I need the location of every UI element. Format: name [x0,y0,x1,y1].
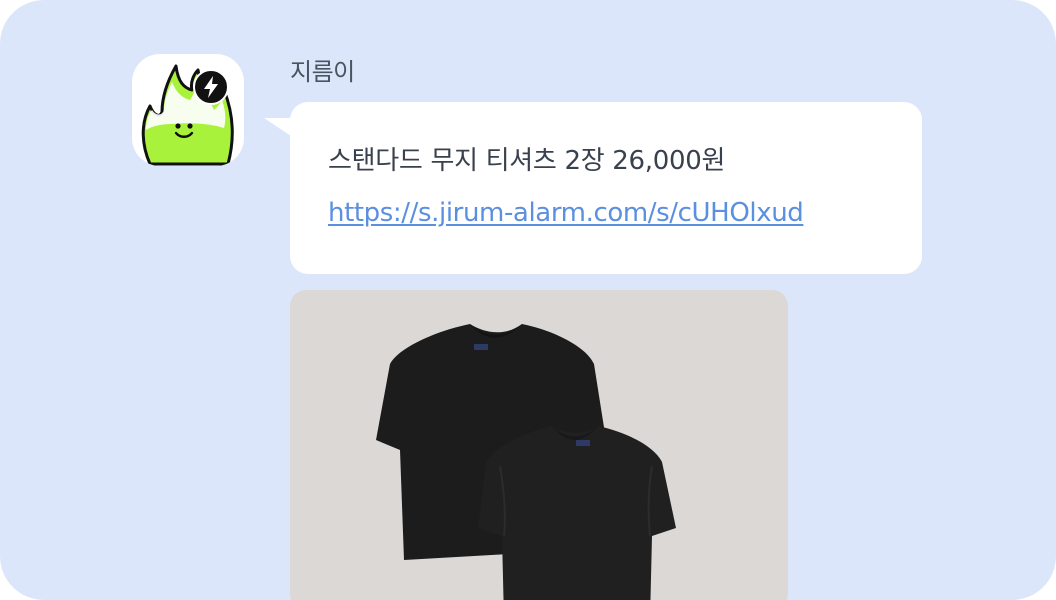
back-label [474,344,488,350]
front-label [576,440,590,446]
message-text: 스탠다드 무지 티셔츠 2장 26,000원 [328,146,726,176]
message-link[interactable]: https://s.jirum-alarm.com/s/cUHOlxud [328,198,804,228]
lightning-bolt-icon [193,69,229,105]
front-tshirt [478,426,676,600]
product-image[interactable] [290,290,788,600]
chat-card: 지름이 스탠다드 무지 티셔츠 2장 26,000원 https://s.jir… [0,0,1056,600]
message-bubble: 스탠다드 무지 티셔츠 2장 26,000원 https://s.jirum-a… [290,102,922,274]
tshirt-image [376,324,676,600]
sender-name: 지름이 [290,58,355,86]
